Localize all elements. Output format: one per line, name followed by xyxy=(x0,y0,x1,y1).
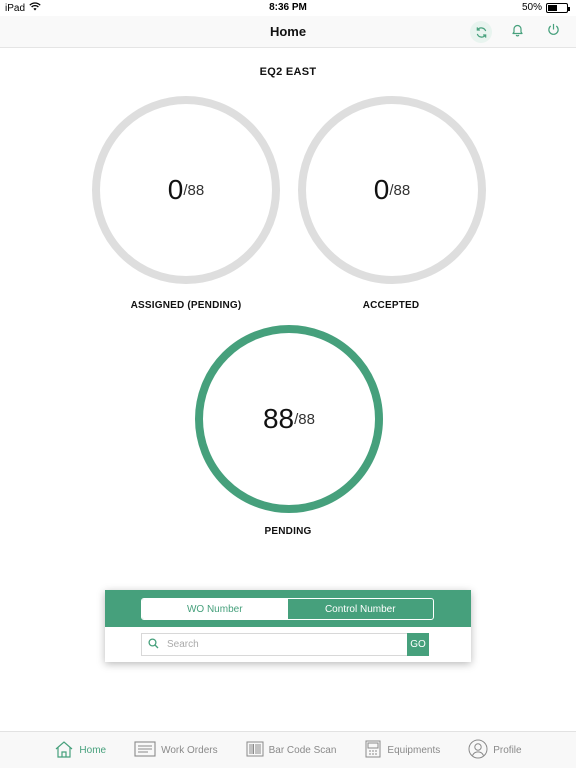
gauge-count: 88 xyxy=(262,403,295,434)
gauge-label-assigned: ASSIGNED (PENDING) xyxy=(130,300,242,311)
gauge-total: /88 xyxy=(389,181,411,199)
search-icon xyxy=(148,636,159,654)
tab-control-number[interactable]: Control Number xyxy=(288,599,434,619)
notifications-button[interactable] xyxy=(506,21,528,43)
home-icon xyxy=(54,740,74,761)
search-input[interactable] xyxy=(167,639,367,650)
pending-gauge: 88/88 xyxy=(195,325,383,513)
gauge-total: /88 xyxy=(183,181,205,199)
assigned-pending-gauge: 0/88 xyxy=(92,96,280,284)
tab-profile-label: Profile xyxy=(493,744,522,756)
refresh-button[interactable] xyxy=(470,21,492,43)
tab-equipments-label: Equipments xyxy=(387,744,441,756)
go-button[interactable]: GO xyxy=(407,633,429,656)
search-field xyxy=(141,633,407,656)
tab-bar: Home Work Orders Bar Code Scan Equipment… xyxy=(0,731,576,768)
status-time: 8:36 PM xyxy=(269,2,307,13)
equipments-icon xyxy=(364,740,382,761)
tab-bar-code-scan[interactable]: Bar Code Scan xyxy=(232,741,351,760)
tab-home[interactable]: Home xyxy=(40,740,120,761)
tab-bar-code-scan-label: Bar Code Scan xyxy=(268,744,337,756)
tab-work-orders-label: Work Orders xyxy=(161,744,218,756)
gauge-label-pending: PENDING xyxy=(264,526,312,537)
search-card-header: WO Number Control Number xyxy=(105,590,471,627)
barcode-icon xyxy=(246,741,264,760)
refresh-icon xyxy=(470,21,492,43)
status-bar: iPad 8:36 PM 50% xyxy=(0,0,576,16)
bell-icon xyxy=(511,23,524,42)
work-orders-icon xyxy=(134,740,156,760)
accepted-gauge: 0/88 xyxy=(298,96,486,284)
search-type-segmented-control: WO Number Control Number xyxy=(141,598,434,620)
tab-work-orders[interactable]: Work Orders xyxy=(120,740,232,760)
search-card: WO Number Control Number GO xyxy=(105,590,471,662)
profile-icon xyxy=(468,739,488,762)
gauge-count: 0 xyxy=(167,174,184,205)
navigation-bar: Home xyxy=(0,16,576,48)
tab-profile[interactable]: Profile xyxy=(454,739,535,762)
tab-home-label: Home xyxy=(79,744,107,756)
battery-percent: 50% xyxy=(521,2,542,13)
gauge-count: 0 xyxy=(373,174,390,205)
logout-button[interactable] xyxy=(542,21,564,43)
tab-equipments[interactable]: Equipments xyxy=(350,740,454,761)
gauge-total: /88 xyxy=(294,410,315,428)
search-row: GO xyxy=(141,633,429,656)
battery-icon xyxy=(546,2,570,13)
tab-wo-number[interactable]: WO Number xyxy=(142,599,288,619)
gauge-label-accepted: ACCEPTED xyxy=(362,300,420,311)
section-title: EQ2 EAST xyxy=(259,66,317,78)
power-icon xyxy=(547,23,560,41)
